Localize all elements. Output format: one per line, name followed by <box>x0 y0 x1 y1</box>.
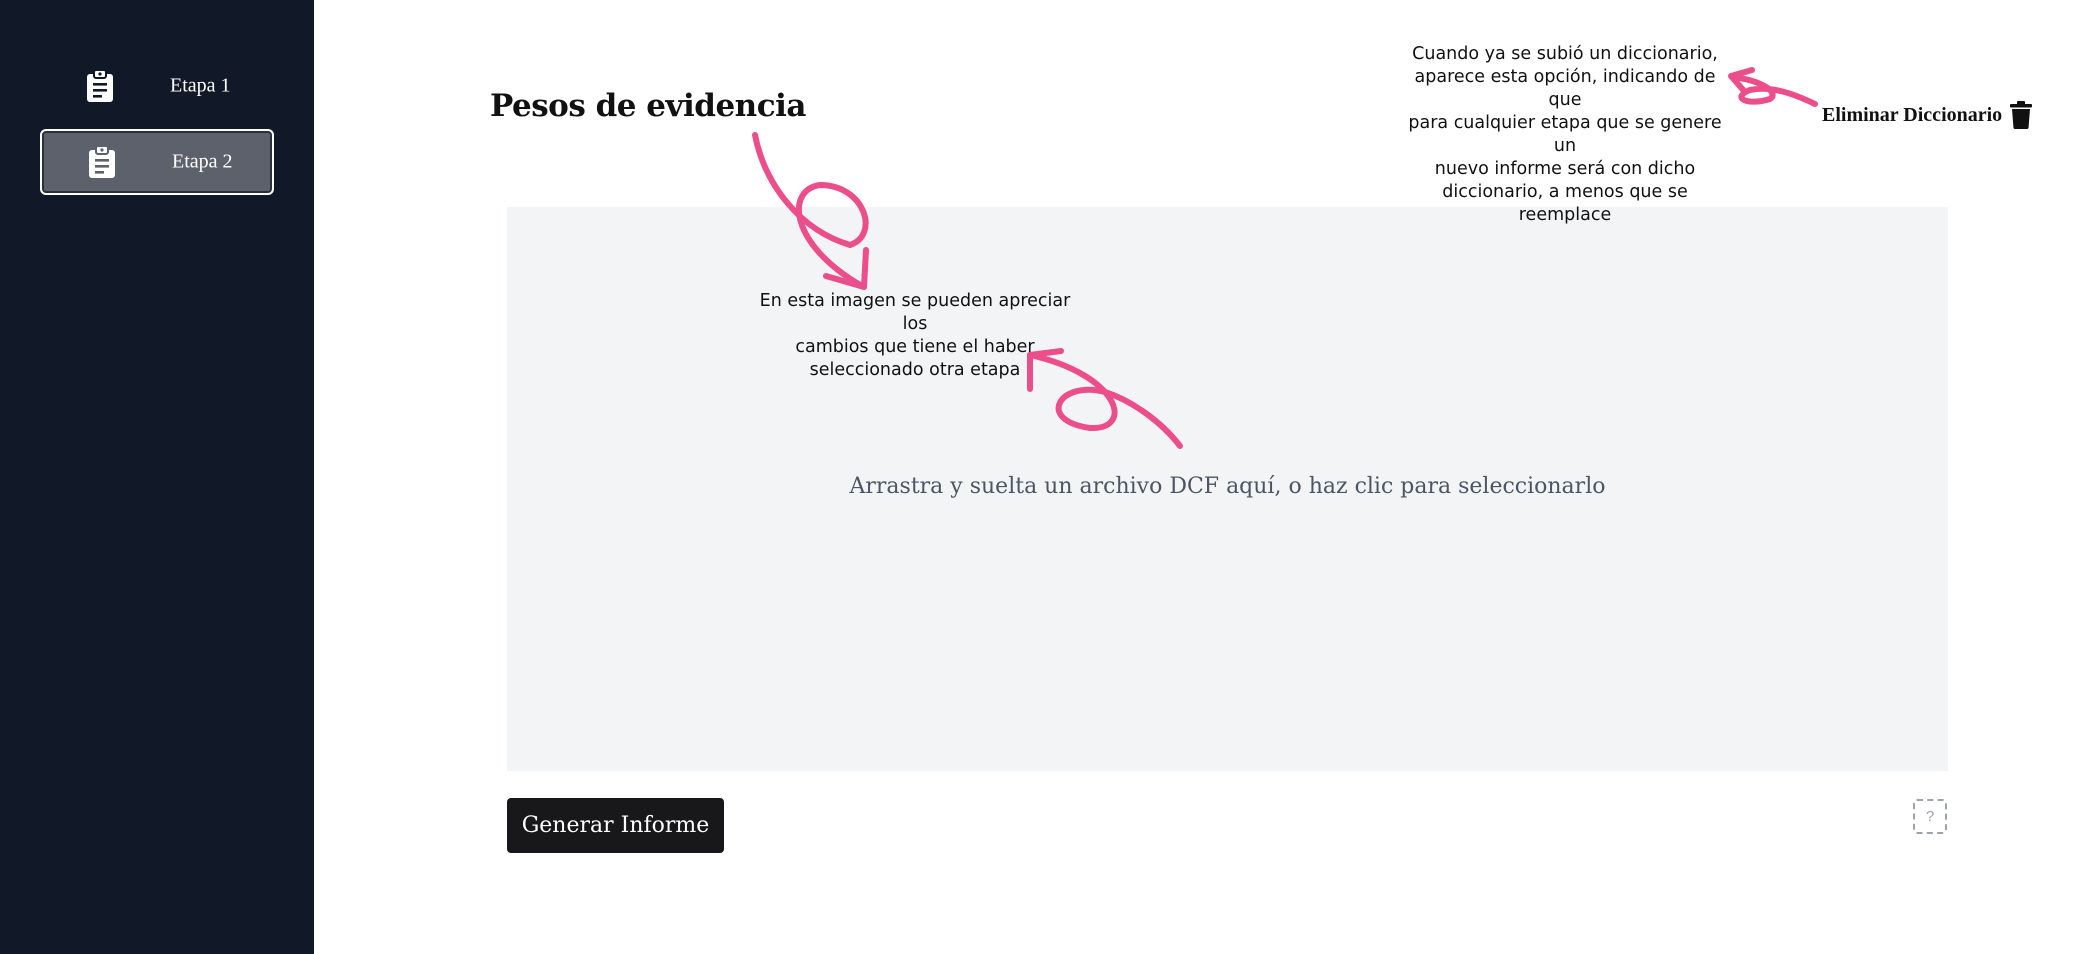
annotation-note-stage: En esta imagen se pueden apreciar los ca… <box>745 290 1085 382</box>
annotation-line: aparece esta opción, indicando de que <box>1414 67 1716 110</box>
annotation-note-delete: Cuando ya se subió un diccionario, apare… <box>1400 43 1730 227</box>
annotation-line: diccionario, a menos que se reemplace <box>1442 182 1688 225</box>
sidebar-item-label: Etapa 1 <box>170 74 231 97</box>
sidebar-item-label: Etapa 2 <box>172 150 233 173</box>
sidebar: Etapa 1 Etapa 2 <box>0 0 314 954</box>
trash-icon <box>2010 101 2033 129</box>
clipboard-list-icon <box>89 146 115 178</box>
annotation-line: nuevo informe será con dicho <box>1434 159 1696 179</box>
annotation-line: Cuando ya se subió un diccionario, <box>1412 44 1718 64</box>
dropzone-text: Arrastra y suelta un archivo DCF aquí, o… <box>849 474 1606 499</box>
annotation-arrow-delete <box>1729 74 1818 107</box>
file-dropzone[interactable]: Arrastra y suelta un archivo DCF aquí, o… <box>507 207 1948 771</box>
annotation-line: cambios que tiene el haber <box>795 337 1035 357</box>
help-button[interactable]: ? <box>1913 799 1947 834</box>
delete-dictionary-button[interactable]: Eliminar Diccionario <box>1822 100 2033 130</box>
annotation-line: En esta imagen se pueden apreciar los <box>759 291 1071 334</box>
clipboard-list-icon <box>87 70 113 102</box>
annotation-line: para cualquier etapa que se genere un <box>1408 113 1722 156</box>
sidebar-item-etapa-1[interactable]: Etapa 1 <box>40 53 274 119</box>
delete-dictionary-label: Eliminar Diccionario <box>1822 103 2003 126</box>
annotation-line: seleccionado otra etapa <box>809 360 1021 380</box>
generate-report-button[interactable]: Generar Informe <box>507 798 724 853</box>
annotation-arrowhead <box>1728 67 1755 95</box>
page-title: Pesos de evidencia <box>490 88 806 124</box>
sidebar-item-etapa-2[interactable]: Etapa 2 <box>40 129 274 195</box>
